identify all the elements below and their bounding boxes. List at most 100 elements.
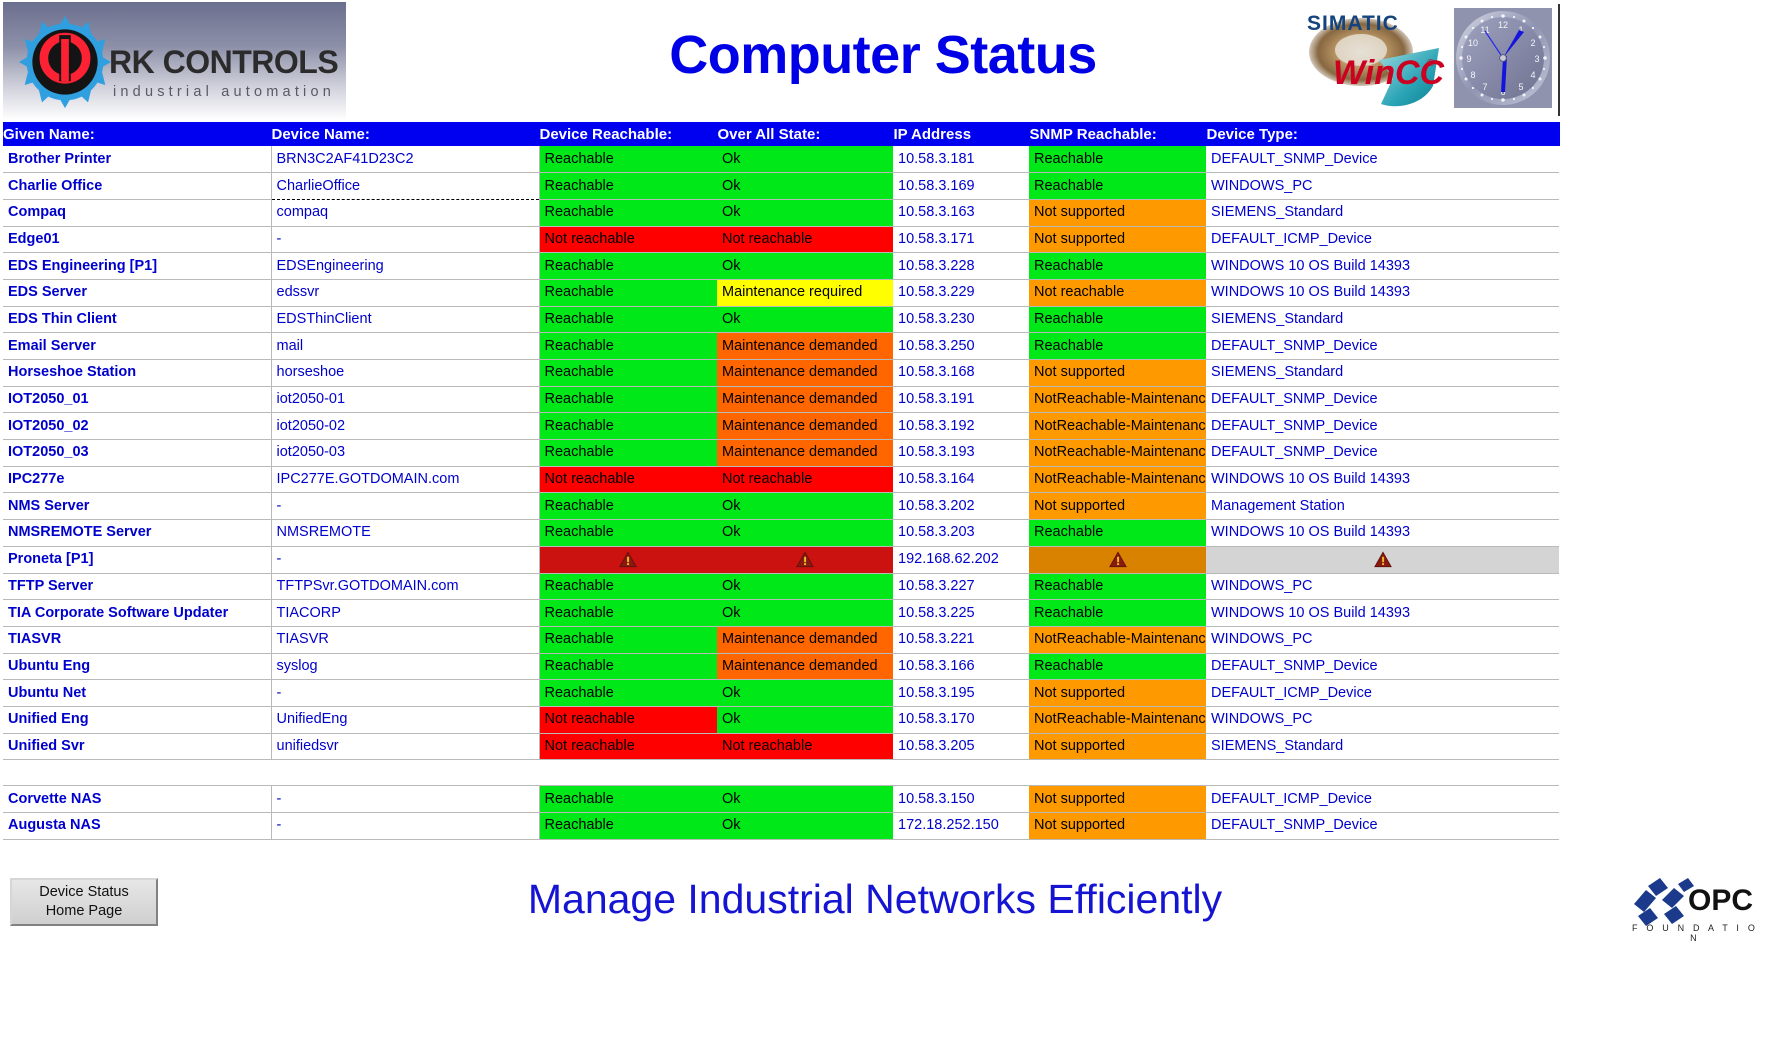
cell-given-name: Ubuntu Eng <box>3 653 272 681</box>
table-row[interactable]: IPC277e IPC277E.GOTDOMAIN.com Not reachabl… <box>3 466 1559 494</box>
table-row[interactable]: Brother Printer BRN3C2AF41D23C2 Reachable O… <box>3 146 1559 174</box>
cell-device-type: WINDOWS 10 OS Build 14393 <box>1206 599 1559 627</box>
table-row[interactable]: IOT2050_03 iot2050-03 Reachable Maintenance… <box>3 439 1559 467</box>
table-row[interactable]: NMSREMOTE Server NMSREMOTE Reachable Ok 10.5… <box>3 519 1559 547</box>
table-row[interactable]: IOT2050_01 iot2050-01 Reachable Maintenance… <box>3 386 1559 414</box>
cell-over-all-state: Not reachable <box>717 226 893 254</box>
cell-given-name: NMS Server <box>3 492 272 521</box>
cell-device-name: syslog <box>271 653 540 681</box>
cell-over-all-state-warning <box>717 546 893 574</box>
cell-ip-address: 10.58.3.169 <box>893 172 1029 200</box>
cell-snmp-reachable: NotReachable-MaintenanceD <box>1029 466 1206 494</box>
table-row[interactable]: EDS Thin Client EDSThinClient Reachable Ok 1… <box>3 306 1559 334</box>
computer-status-table: Given Name: Device Name: Device Reachabl… <box>3 122 1560 840</box>
cell-over-all-state: Not reachable <box>717 733 893 761</box>
table-body-nas: Corvette NAS - Reachable Ok 10.58.3.150 Not s… <box>3 759 1559 840</box>
svg-text:OPC: OPC <box>1688 884 1753 917</box>
cell-device-type: DEFAULT_SNMP_Device <box>1206 412 1559 441</box>
cell-over-all-state: Ok <box>717 146 893 174</box>
table-row[interactable]: Unified Eng UnifiedEng Not reachable Ok 10.5… <box>3 706 1559 734</box>
cell-snmp-reachable: NotReachable-MaintenanceD <box>1029 412 1206 441</box>
table-row[interactable]: Augusta NAS - Reachable Ok 172.18.252.150 Not… <box>3 812 1559 840</box>
table-row[interactable]: Corvette NAS - Reachable Ok 10.58.3.150 Not s… <box>3 785 1559 813</box>
simatic-wincc-logo: SIMATIC WinCC ® <box>1283 4 1447 114</box>
cell-device-name: NMSREMOTE <box>271 519 540 547</box>
cell-over-all-state: Maintenance required <box>717 279 893 307</box>
cell-device-type: SIEMENS_Standard <box>1206 733 1559 761</box>
cell-device-name: mail <box>271 332 540 360</box>
table-row[interactable]: Ubuntu Net - Reachable Ok 10.58.3.195 Not sup… <box>3 679 1559 707</box>
rk-controls-logo: RK CONTROLS industrial automation <box>3 2 346 120</box>
cell-device-name: TIACORP <box>271 599 540 627</box>
table-row[interactable]: Charlie Office CharlieOffice Reachable Ok 10… <box>3 172 1559 200</box>
cell-device-type-warning <box>1206 546 1559 574</box>
cell-snmp-reachable: NotReachable-MaintenanceD <box>1029 706 1206 734</box>
cell-device-name: UnifiedEng <box>271 706 540 734</box>
cell-device-name: - <box>271 812 540 840</box>
table-row[interactable]: Compaq compaq Reachable Ok 10.58.3.163 Not su… <box>3 199 1559 227</box>
cell-device-type: WINDOWS_PC <box>1206 172 1559 200</box>
cell-over-all-state: Ok <box>717 519 893 547</box>
cell-device-reachable: Reachable <box>539 653 717 681</box>
cell-snmp-reachable: Not supported <box>1029 492 1206 521</box>
column-header-given-name[interactable]: Given Name: <box>3 122 272 146</box>
cell-device-reachable: Not reachable <box>539 733 717 761</box>
cell-over-all-state: Maintenance demanded <box>717 653 893 681</box>
table-row[interactable]: Unified Svr unifiedsvr Not reachable Not re… <box>3 733 1559 761</box>
cell-device-type: DEFAULT_ICMP_Device <box>1206 785 1559 813</box>
table-row[interactable]: Ubuntu Eng syslog Reachable Maintenance dem… <box>3 653 1559 681</box>
column-header-device-reachable[interactable]: Device Reachable: <box>539 122 718 146</box>
cell-given-name: Unified Svr <box>3 733 272 761</box>
svg-text:SIMATIC: SIMATIC <box>1307 12 1399 35</box>
table-row[interactable]: Email Server mail Reachable Maintenance dem… <box>3 332 1559 360</box>
cell-device-reachable: Not reachable <box>539 226 717 254</box>
cell-device-type: WINDOWS 10 OS Build 14393 <box>1206 519 1559 547</box>
table-row[interactable]: Horseshoe Station horseshoe Reachable Maint… <box>3 359 1559 387</box>
column-header-over-all-state[interactable]: Over All State: <box>717 122 894 146</box>
cell-snmp-reachable: Not supported <box>1029 785 1206 813</box>
cell-device-reachable: Not reachable <box>539 466 717 494</box>
svg-text:7: 7 <box>1482 82 1487 92</box>
cell-over-all-state: Ok <box>717 306 893 334</box>
table-row[interactable]: TFTP Server TFTPSvr.GOTDOMAIN.com Reachabl… <box>3 573 1559 601</box>
cell-snmp-reachable: Reachable <box>1029 519 1206 547</box>
table-row[interactable]: EDS Server edssvr Reachable Maintenance req… <box>3 279 1559 307</box>
svg-text:®: ® <box>1427 58 1435 69</box>
cell-device-name: iot2050-01 <box>271 386 540 414</box>
cell-ip-address: 10.58.3.181 <box>893 146 1029 174</box>
table-row[interactable]: NMS Server - Reachable Ok 10.58.3.202 Not sup… <box>3 492 1559 521</box>
cell-device-type: DEFAULT_SNMP_Device <box>1206 812 1559 840</box>
column-header-device-name[interactable]: Device Name: <box>271 122 540 146</box>
cell-device-reachable: Reachable <box>539 573 717 601</box>
cell-ip-address: 10.58.3.193 <box>893 439 1029 467</box>
column-header-device-type[interactable]: Device Type: <box>1206 122 1560 146</box>
cell-device-name: - <box>271 679 540 707</box>
cell-device-reachable: Reachable <box>539 332 717 360</box>
table-row[interactable]: TIASVR TIASVR Reachable Maintenance demande… <box>3 626 1559 654</box>
cell-device-type: DEFAULT_ICMP_Device <box>1206 226 1559 254</box>
cell-given-name: Ubuntu Net <box>3 679 272 707</box>
device-status-home-page-button[interactable]: Device Status Home Page <box>10 878 158 926</box>
cell-device-reachable: Reachable <box>539 172 717 200</box>
cell-given-name: Augusta NAS <box>3 812 272 840</box>
column-header-snmp-reachable[interactable]: SNMP Reachable: <box>1029 122 1207 146</box>
column-header-ip-address[interactable]: IP Address <box>893 122 1030 146</box>
table-row[interactable]: Proneta [P1] - 192.168.62.202 <box>3 546 1559 574</box>
cell-given-name: EDS Server <box>3 279 272 307</box>
cell-device-reachable: Reachable <box>539 306 717 334</box>
table-spacer <box>3 759 1559 786</box>
table-row[interactable]: EDS Engineering [P1] EDSEngineering Reacha… <box>3 252 1559 280</box>
table-row[interactable]: Edge01- Not reachable Not reachable 10.58.3… <box>3 226 1559 254</box>
cell-device-type: DEFAULT_SNMP_Device <box>1206 146 1559 174</box>
cell-given-name: Corvette NAS <box>3 785 272 813</box>
cell-device-reachable: Reachable <box>539 812 717 840</box>
cell-over-all-state: Ok <box>717 785 893 813</box>
cell-device-reachable: Reachable <box>539 439 717 467</box>
cell-device-type: WINDOWS 10 OS Build 14393 <box>1206 252 1559 280</box>
table-row[interactable]: IOT2050_02 iot2050-02 Reachable Maintenance… <box>3 412 1559 441</box>
status-table-container: Given Name: Device Name: Device Reachabl… <box>3 122 1560 840</box>
cell-ip-address: 10.58.3.225 <box>893 599 1029 627</box>
opc-foundation-text: F O U N D A T I O N <box>1631 923 1759 943</box>
table-row[interactable]: TIA Corporate Software Updater TIACORP Rea… <box>3 599 1559 627</box>
cell-snmp-reachable: Reachable <box>1029 172 1206 200</box>
